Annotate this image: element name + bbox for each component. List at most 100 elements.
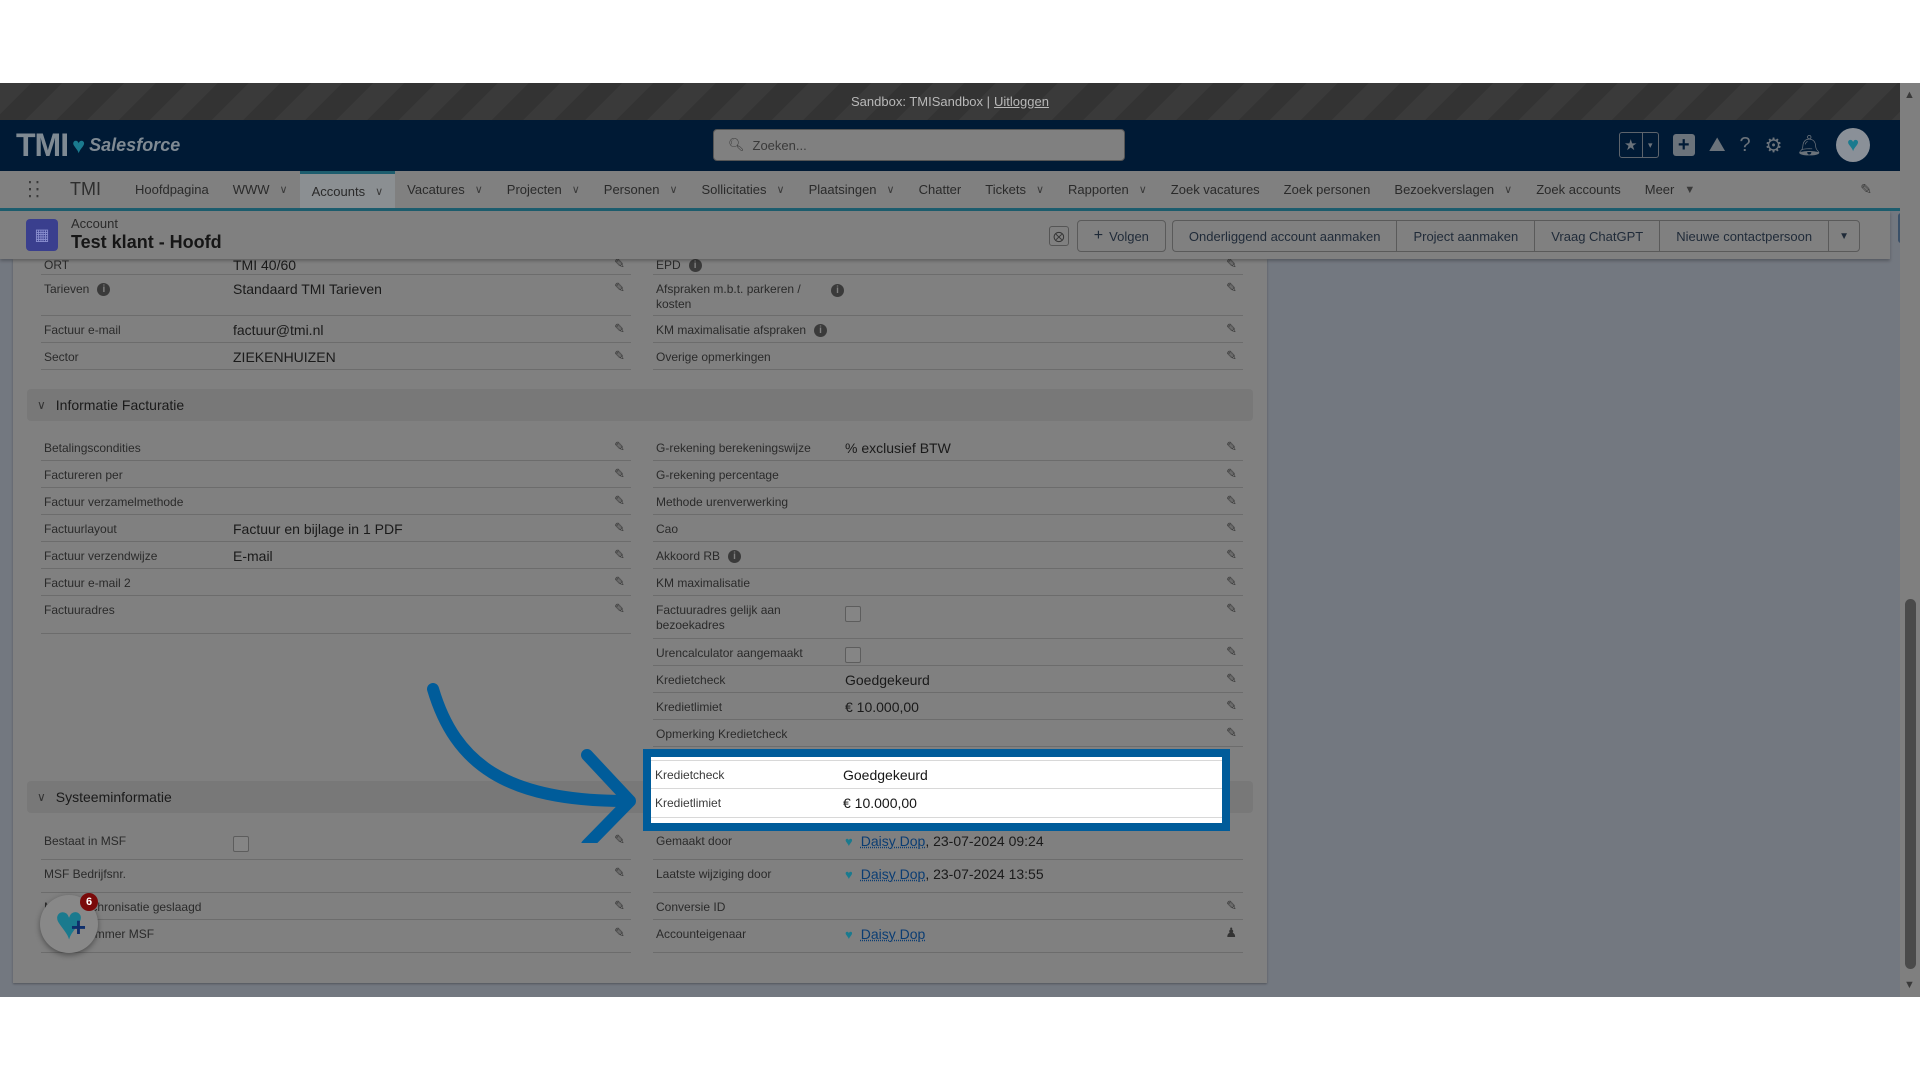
more-actions-dropdown[interactable]: ▼ <box>1828 220 1860 252</box>
edit-pencil-icon[interactable]: ✎ <box>1226 280 1237 296</box>
edit-pencil-icon[interactable]: ✎ <box>614 601 625 617</box>
chevron-down-icon[interactable]: ∨ <box>1139 183 1147 196</box>
scrollbar-thumb[interactable] <box>1905 599 1916 969</box>
edit-pencil-icon[interactable]: ✎ <box>614 280 625 296</box>
edit-pencil-icon[interactable]: ✎ <box>1226 601 1237 617</box>
logout-link[interactable]: Uitloggen <box>994 94 1049 109</box>
salesforce-screen: Sandbox: TMISandbox | Uitloggen TMI ♥ Sa… <box>0 83 1920 997</box>
edit-pencil-icon[interactable]: ✎ <box>614 865 625 881</box>
app-logo[interactable]: TMI ♥ Salesforce <box>16 127 180 164</box>
nav-item-tickets[interactable]: Tickets ∨ <box>973 171 1056 208</box>
exists-in-msf-checkbox[interactable] <box>233 836 249 852</box>
edit-pencil-icon[interactable]: ✎ <box>1226 898 1237 914</box>
chevron-down-icon[interactable]: ∨ <box>375 185 383 198</box>
caret-down-icon[interactable]: ▼ <box>1684 184 1695 196</box>
nav-item-personen[interactable]: Personen ∨ <box>592 171 690 208</box>
nav-item-plaatsingen[interactable]: Plaatsingen ∨ <box>797 171 907 208</box>
trailhead-icon[interactable]: ⛰ <box>1709 134 1726 157</box>
edit-pencil-icon[interactable]: ✎ <box>1226 698 1237 714</box>
nav-item-vacatures[interactable]: Vacatures ∨ <box>395 171 495 208</box>
edit-pencil-icon[interactable]: ✎ <box>614 925 625 941</box>
chevron-down-icon[interactable]: ∨ <box>572 183 580 196</box>
nav-item-meer[interactable]: Meer ▼ <box>1633 171 1708 208</box>
nav-item-rapporten[interactable]: Rapporten ∨ <box>1056 171 1159 208</box>
info-icon[interactable]: i <box>688 259 702 273</box>
hour-calculator-checkbox[interactable] <box>845 647 861 663</box>
page-scrollbar[interactable]: ▲ ▼ <box>1900 83 1920 997</box>
edit-pencil-icon[interactable]: ✎ <box>1226 520 1237 536</box>
edit-pencil-icon[interactable]: ✎ <box>614 439 625 455</box>
edit-pencil-icon[interactable]: ✎ <box>614 259 625 272</box>
field-row: Gemaakt door ♥ Daisy Dop, 23-07-2024 09:24 <box>653 827 1243 860</box>
edit-pencil-icon[interactable]: ✎ <box>1226 466 1237 482</box>
global-search-input[interactable]: 🔍︎ Zoeken... <box>713 129 1125 161</box>
global-create-icon[interactable]: + <box>1672 134 1695 156</box>
edit-pencil-icon[interactable]: ✎ <box>1226 348 1237 364</box>
nav-item-chatter[interactable]: Chatter <box>907 171 974 208</box>
change-owner-icon[interactable]: ♟ <box>1225 925 1237 941</box>
follow-button[interactable]: + Volgen <box>1076 220 1166 252</box>
notifications-bell-icon[interactable]: 🔔︎ <box>1797 133 1822 158</box>
edit-pencil-icon[interactable]: ✎ <box>1226 493 1237 509</box>
edit-pencil-icon[interactable]: ✎ <box>614 348 625 364</box>
nav-item-zoek-accounts[interactable]: Zoek accounts <box>1524 171 1633 208</box>
section-header-facturatie[interactable]: ∨ Informatie Facturatie <box>27 389 1253 421</box>
user-link[interactable]: Daisy Dop <box>861 833 926 849</box>
edit-pencil-icon[interactable]: ✎ <box>614 574 625 590</box>
nav-item-sollicitaties[interactable]: Sollicitaties ∨ <box>690 171 797 208</box>
chevron-down-icon[interactable]: ∨ <box>1504 183 1512 196</box>
field-value: E-mail <box>233 548 273 564</box>
hierarchy-icon[interactable]: ⨂ <box>1048 226 1069 246</box>
favorites-dropdown-icon[interactable]: ▾ <box>1641 133 1658 157</box>
nav-item-hoofdpagina[interactable]: Hoofdpagina <box>123 171 221 208</box>
chevron-down-icon[interactable]: ∨ <box>887 183 895 196</box>
info-icon[interactable]: i <box>728 550 742 564</box>
user-avatar[interactable]: ♥ <box>1836 128 1870 162</box>
scroll-up-arrow-icon[interactable]: ▲ <box>1904 89 1915 101</box>
edit-pencil-icon[interactable]: ✎ <box>1226 321 1237 337</box>
chevron-down-icon[interactable]: ∨ <box>475 183 483 196</box>
chevron-down-icon[interactable]: ∨ <box>280 183 288 196</box>
setup-gear-icon[interactable]: ⚙ <box>1765 133 1783 158</box>
user-link[interactable]: Daisy Dop <box>861 926 926 942</box>
chevron-down-icon[interactable]: ∨ <box>777 183 785 196</box>
chevron-down-icon[interactable]: ∨ <box>669 183 677 196</box>
new-contact-button[interactable]: Nieuwe contactpersoon <box>1659 220 1829 252</box>
edit-pencil-icon[interactable]: ✎ <box>614 547 625 563</box>
billing-same-as-visit-checkbox[interactable] <box>845 606 861 622</box>
nav-item-zoek-vacatures[interactable]: Zoek vacatures <box>1159 171 1272 208</box>
edit-pencil-icon[interactable]: ✎ <box>614 466 625 482</box>
nav-item-projecten[interactable]: Projecten ∨ <box>495 171 592 208</box>
info-icon[interactable]: i <box>814 324 828 338</box>
edit-pencil-icon[interactable]: ✎ <box>1226 671 1237 687</box>
edit-pencil-icon[interactable]: ✎ <box>614 898 625 914</box>
info-icon[interactable]: i <box>97 283 111 297</box>
create-child-account-button[interactable]: Onderliggend account aanmaken <box>1171 220 1397 252</box>
edit-pencil-icon[interactable]: ✎ <box>614 493 625 509</box>
email-link[interactable]: factuur@tmi.nl <box>233 316 323 338</box>
edit-pencil-icon[interactable]: ✎ <box>1226 725 1237 741</box>
edit-pencil-icon[interactable]: ✎ <box>1226 547 1237 563</box>
info-icon[interactable]: i <box>831 284 844 297</box>
floating-create-button[interactable]: ♥ + 6 <box>40 893 98 953</box>
chevron-down-icon[interactable]: ∨ <box>1036 183 1044 196</box>
edit-pencil-icon[interactable]: ✎ <box>614 520 625 536</box>
edit-pencil-icon[interactable]: ✎ <box>1226 259 1237 272</box>
edit-pencil-icon[interactable]: ✎ <box>614 321 625 337</box>
edit-nav-pencil-icon[interactable]: ✎ <box>1860 181 1872 198</box>
nav-item-bezoekverslagen[interactable]: Bezoekverslagen ∨ <box>1382 171 1524 208</box>
nav-item-accounts[interactable]: Accounts ∨ <box>299 171 396 208</box>
logo-subtext: Salesforce <box>89 135 181 155</box>
edit-pencil-icon[interactable]: ✎ <box>1226 644 1237 660</box>
nav-item-zoek-personen[interactable]: Zoek personen <box>1272 171 1383 208</box>
favorites-star-icon[interactable]: ★ <box>1620 133 1642 157</box>
help-icon[interactable]: ? <box>1740 134 1751 157</box>
app-launcher-icon[interactable]: ∷ ∷ <box>28 177 58 202</box>
edit-pencil-icon[interactable]: ✎ <box>1226 574 1237 590</box>
create-project-button[interactable]: Project aanmaken <box>1396 220 1535 252</box>
user-link[interactable]: Daisy Dop <box>861 866 926 882</box>
edit-pencil-icon[interactable]: ✎ <box>1226 439 1237 455</box>
ask-chatgpt-button[interactable]: Vraag ChatGPT <box>1534 220 1660 252</box>
nav-item-www[interactable]: WWW ∨ <box>221 171 300 208</box>
scroll-down-arrow-icon[interactable]: ▼ <box>1904 979 1915 991</box>
